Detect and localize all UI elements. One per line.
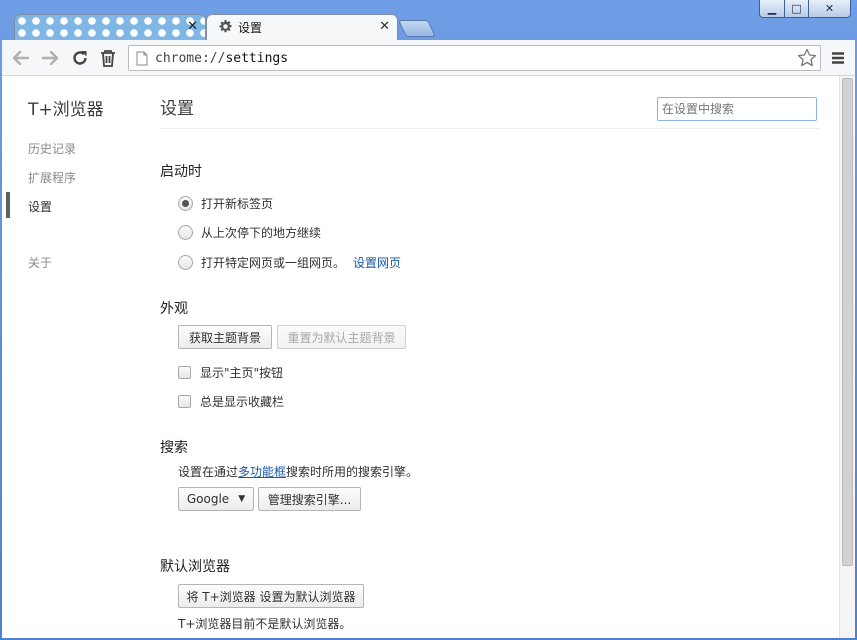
reset-theme-button[interactable]: 重置为默认主题背景 [277,325,406,349]
new-tab-button[interactable] [398,20,436,37]
checkbox[interactable] [178,395,191,408]
section-title-default-browser: 默认浏览器 [160,559,230,575]
trash-icon[interactable] [97,47,119,69]
startup-option-label: 打开特定网页或一组网页。 [201,256,346,270]
header-divider [160,128,820,129]
manage-search-engines-button[interactable]: 管理搜索引擎... [258,487,361,511]
browser-window-frame: ▁ □ ✕ ✕ 设置 ✕ chrome://settings T+浏览器 历史记… [0,0,857,640]
vertical-scrollbar[interactable] [839,76,855,638]
search-engine-selected-value: Google [186,492,230,506]
sidebar-active-marker [6,192,10,218]
startup-option-label: 从上次停下的地方继续 [201,226,322,240]
section-title-search: 搜索 [160,440,188,456]
tab-theme-background[interactable]: ✕ [14,14,206,40]
back-arrow-icon[interactable] [10,47,32,69]
scrollbar-thumb[interactable] [842,78,853,566]
startup-option-new-tab[interactable]: 打开新标签页 [178,195,273,212]
page-icon [136,51,148,69]
checkbox[interactable] [178,366,191,379]
page-title: 设置 [160,99,194,119]
tab-title: 设置 [238,21,263,35]
startup-option-specific-pages[interactable]: 打开特定网页或一组网页。 设置网页 [178,254,401,271]
show-bookmarks-bar-option[interactable]: 总是显示收藏栏 [178,393,284,410]
chevron-down-icon: ▼ [238,494,246,504]
radio-button[interactable] [178,255,193,270]
sidebar-brand-title: T+浏览器 [28,100,104,120]
section-title-startup: 启动时 [160,164,202,180]
search-engine-select[interactable]: Google ▼ [178,487,254,511]
radio-selected-dot [182,200,189,207]
search-description-prefix: 设置在通过 [178,465,239,479]
settings-page: T+浏览器 历史记录 扩展程序 设置 关于 设置 启动时 打开新标签页 从上次停… [2,76,855,638]
section-title-appearance: 外观 [160,301,188,317]
reload-icon[interactable] [69,47,91,69]
radio-button[interactable] [178,225,193,240]
radio-button[interactable] [178,196,193,211]
url-scheme: chrome:// [155,51,226,66]
startup-option-label: 打开新标签页 [201,197,274,211]
hamburger-menu-icon[interactable] [827,47,849,69]
minimize-button[interactable]: ▁ [759,0,785,18]
search-description-suffix: 搜索时所用的搜索引擎。 [286,465,419,479]
forward-arrow-icon[interactable] [39,47,61,69]
url-host: settings [225,51,289,66]
window-controls: ▁ □ ✕ [759,0,851,18]
minimize-icon: ▁ [767,2,777,15]
set-default-browser-button[interactable]: 将 T+浏览器 设置为默认浏览器 [178,584,364,608]
checkbox-label: 显示"主页"按钮 [200,366,284,380]
default-browser-status: T+浏览器目前不是默认浏览器。 [178,617,352,631]
star-icon[interactable] [797,48,817,71]
settings-search-input[interactable] [657,97,817,121]
close-window-button[interactable]: ✕ [809,0,851,18]
sidebar-item-history[interactable]: 历史记录 [28,140,76,157]
tab-settings[interactable]: 设置 ✕ [206,14,398,40]
gear-icon [219,19,232,36]
sidebar-item-about[interactable]: 关于 [28,254,52,271]
omnibox-link[interactable]: 多功能框 [238,465,286,479]
show-home-button-option[interactable]: 显示"主页"按钮 [178,364,283,381]
url-text[interactable]: chrome://settings [155,51,288,66]
maximize-button[interactable]: □ [785,0,809,18]
browser-toolbar: chrome://settings [2,40,855,76]
set-pages-link[interactable]: 设置网页 [353,254,401,271]
close-icon: ✕ [824,2,835,15]
checkbox-label: 总是显示收藏栏 [200,395,285,409]
maximize-icon: □ [791,2,802,15]
search-description: 设置在通过多功能框搜索时所用的搜索引擎。 [178,463,418,480]
tab-close-icon[interactable]: ✕ [379,20,390,34]
get-themes-button[interactable]: 获取主题背景 [178,325,272,349]
sidebar-item-settings[interactable]: 设置 [28,198,52,215]
sidebar-item-extensions[interactable]: 扩展程序 [28,169,76,186]
address-bar[interactable]: chrome://settings [128,45,821,71]
tab-close-icon[interactable]: ✕ [187,20,198,34]
startup-option-continue[interactable]: 从上次停下的地方继续 [178,224,321,241]
